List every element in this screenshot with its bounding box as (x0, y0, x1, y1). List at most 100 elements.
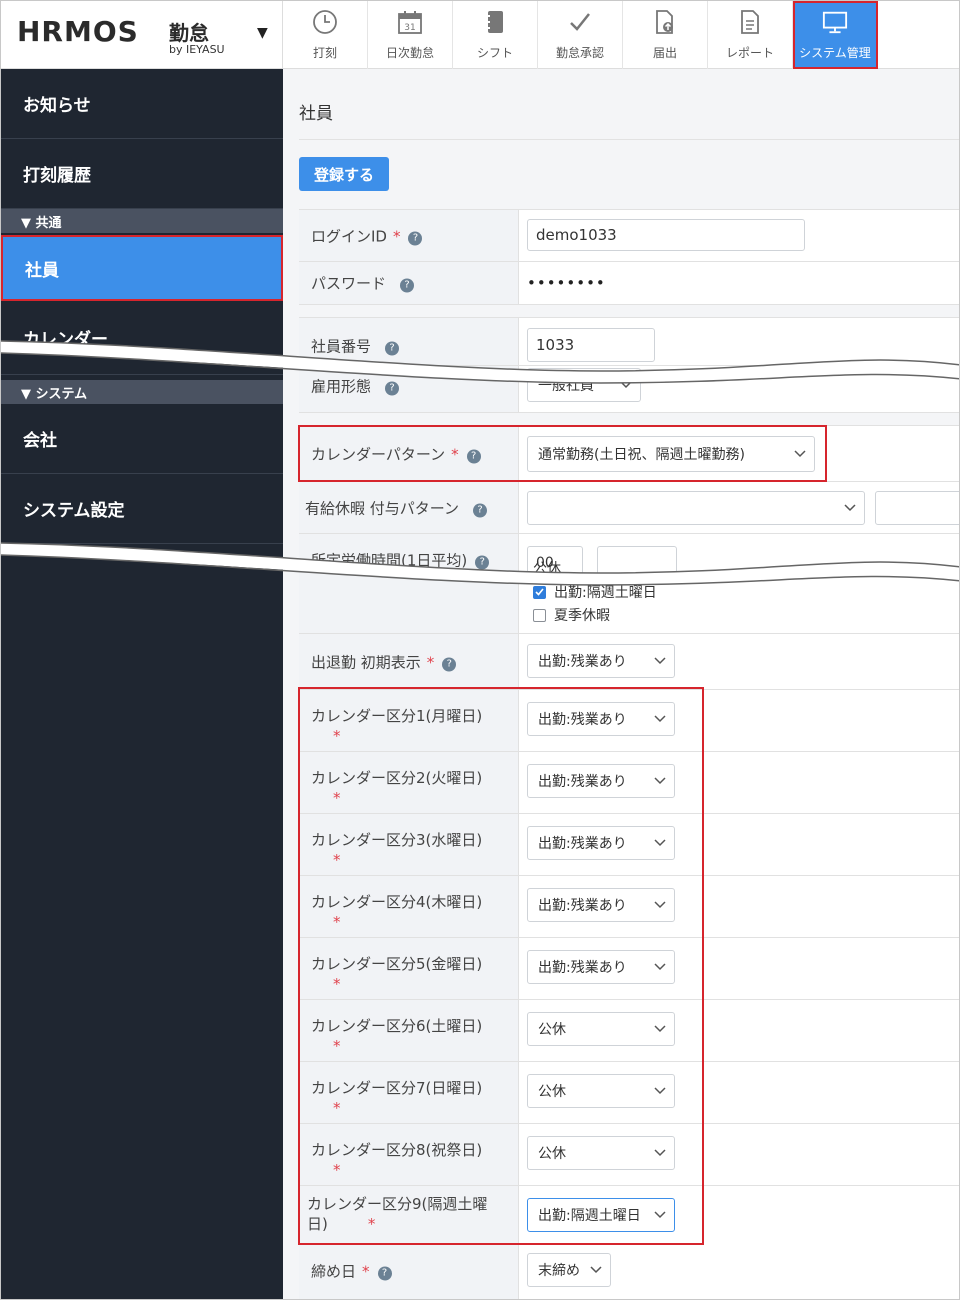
sidebar-item-company[interactable]: 会社 (1, 404, 283, 474)
field-label: カレンダー区分5(金曜日) * (299, 938, 519, 999)
calendar-icon: 31 (397, 9, 423, 35)
label-text: 社員番号 (311, 337, 372, 356)
password-field[interactable]: •••••••• (527, 274, 606, 292)
help-icon[interactable]: ? (466, 449, 481, 463)
sidebar-item-punch-history[interactable]: 打刻履歴 (1, 139, 283, 209)
checkmark-icon (567, 9, 593, 35)
login-id-input[interactable]: demo1033 (527, 219, 805, 251)
required-mark: * (333, 1161, 341, 1179)
form-row-calendar-division: カレンダー区分2(火曜日) * 出勤:残業あり (299, 751, 959, 813)
nav-label: 届出 (652, 46, 677, 60)
field-value: demo1033 (519, 210, 959, 261)
closing-day-select[interactable]: 末締め (527, 1253, 611, 1287)
chevron-down-icon (590, 1266, 602, 1274)
required-mark: * (333, 975, 341, 993)
help-icon[interactable]: ? (377, 1266, 392, 1281)
document-upload-icon (652, 9, 678, 35)
calendar-division-select[interactable]: 出勤:残業あり (527, 764, 675, 798)
field-label: 出退勤 初期表示 *? (299, 634, 519, 689)
employment-type-select[interactable]: 一般社員 (527, 368, 641, 402)
form-row-closing-day: 締め日 *? 末締め (299, 1247, 959, 1299)
checkbox-summer-vacation[interactable]: 夏季休暇 (533, 605, 610, 625)
calendar-division-select[interactable]: 公休 (527, 1012, 675, 1046)
nav-item-punch[interactable]: 打刻 (283, 1, 368, 69)
register-button[interactable]: 登録する (299, 157, 389, 191)
checkbox-public-holiday[interactable]: 公休 (533, 558, 561, 578)
field-label: カレンダーパターン *? (299, 426, 519, 481)
sidebar: お知らせ 打刻履歴 ▼ 共通 社員 カレンダー ▼ システム 会社 システム設定 (1, 69, 283, 1299)
calendar-division-select[interactable]: 出勤:残業あり (527, 888, 675, 922)
sidebar-section-common[interactable]: ▼ 共通 (1, 209, 283, 233)
top-nav: 打刻 31 日次勤怠 シフト 勤怠承認 届出 レポート システム管理 (283, 1, 959, 69)
help-icon[interactable]: ? (473, 503, 488, 517)
select-value: 出勤:残業あり (538, 960, 627, 976)
chevron-down-icon (654, 715, 666, 723)
sidebar-item-label: 会社 (23, 431, 57, 451)
label-text: カレンダー区分5(金曜日) (311, 955, 483, 973)
label-text: 日) (307, 1215, 328, 1233)
sidebar-item-system-settings[interactable]: システム設定 (1, 474, 283, 544)
work-minutes-input[interactable] (597, 546, 677, 580)
help-icon[interactable]: ? (385, 381, 400, 396)
calendar-division-select[interactable]: 出勤:隔週土曜日 (527, 1198, 675, 1232)
sidebar-item-news[interactable]: お知らせ (1, 69, 283, 139)
calendar-division-select[interactable]: 出勤:残業あり (527, 702, 675, 736)
field-value: 出勤:残業あり (519, 690, 959, 751)
label-text: 有給休暇 付与パターン (305, 499, 460, 517)
nav-item-request[interactable]: 届出 (623, 1, 708, 69)
sidebar-item-calendar[interactable]: カレンダー (1, 305, 283, 375)
checkbox-label: 公休 (533, 561, 561, 577)
svg-text:31: 31 (404, 23, 415, 33)
form-row-calendar-division: カレンダー区分5(金曜日) * 出勤:残業あり (299, 937, 959, 999)
select-value: 公休 (538, 1022, 566, 1038)
dropdown-caret-icon[interactable]: ▼ (257, 25, 268, 41)
sidebar-section-system[interactable]: ▼ システム (1, 380, 283, 404)
nav-item-daily[interactable]: 31 日次勤怠 (368, 1, 453, 69)
checkbox-label: 夏季休暇 (554, 608, 610, 624)
required-mark: * (333, 727, 341, 745)
paid-leave-sub-select[interactable] (875, 491, 959, 525)
form-row-work-hours: 所定労働時間(1日平均)? 00 公休 出勤:隔週土曜日 夏季休暇 (299, 533, 959, 633)
required-mark: * (362, 1262, 370, 1281)
initial-display-select[interactable]: 出勤:残業あり (527, 644, 675, 678)
calendar-pattern-select[interactable]: 通常勤務(土日祝、隔週土曜勤務) (527, 436, 815, 472)
chevron-down-icon (794, 450, 806, 458)
nav-item-report[interactable]: レポート (708, 1, 793, 69)
label-text: カレンダー区分8(祝祭日) (311, 1141, 483, 1159)
help-icon[interactable]: ? (400, 278, 415, 293)
calendar-division-select[interactable]: 出勤:残業あり (527, 826, 675, 860)
label-text: 所定労働時間(1日平均) (311, 551, 468, 570)
required-mark: * (333, 789, 341, 807)
field-label: カレンダー区分8(祝祭日) * (299, 1124, 519, 1185)
nav-item-approval[interactable]: 勤怠承認 (538, 1, 623, 69)
label-text: 出退勤 初期表示 (311, 653, 421, 671)
select-value: 末締め (538, 1263, 580, 1279)
form-row-calendar-division: カレンダー区分7(日曜日) * 公休 (299, 1061, 959, 1123)
form-row-login-id: ログインID *? demo1033 (299, 209, 959, 261)
required-mark: * (426, 653, 435, 671)
form-row-calendar-division: カレンダー区分3(水曜日) * 出勤:残業あり (299, 813, 959, 875)
chevron-down-icon (654, 657, 666, 665)
employee-no-input[interactable]: 1033 (527, 328, 655, 362)
required-mark: * (333, 851, 341, 869)
help-icon[interactable]: ? (385, 341, 400, 356)
calendar-division-select[interactable]: 出勤:残業あり (527, 950, 675, 984)
required-mark: * (333, 1099, 341, 1117)
paid-leave-select[interactable] (527, 491, 865, 525)
required-mark: * (333, 1037, 341, 1055)
select-value: 出勤:残業あり (538, 712, 627, 728)
nav-item-system-admin[interactable]: システム管理 (793, 1, 878, 69)
logo-area[interactable]: HRMOS 勤怠 by IEYASU ▼ (1, 1, 283, 69)
help-icon[interactable]: ? (475, 555, 490, 570)
nav-item-shift[interactable]: シフト (453, 1, 538, 69)
help-icon[interactable]: ? (442, 657, 457, 671)
checkbox-biweekly-saturday[interactable]: 出勤:隔週土曜日 (533, 582, 657, 602)
clock-icon (312, 9, 338, 35)
sidebar-item-employee[interactable]: 社員 (1, 235, 283, 301)
label-text: ログインID (311, 227, 387, 245)
calendar-division-select[interactable]: 公休 (527, 1136, 675, 1170)
help-icon[interactable]: ? (408, 231, 423, 245)
form-row-calendar-division: カレンダー区分8(祝祭日) * 公休 (299, 1123, 959, 1185)
calendar-division-select[interactable]: 公休 (527, 1074, 675, 1108)
required-mark: * (451, 445, 459, 463)
